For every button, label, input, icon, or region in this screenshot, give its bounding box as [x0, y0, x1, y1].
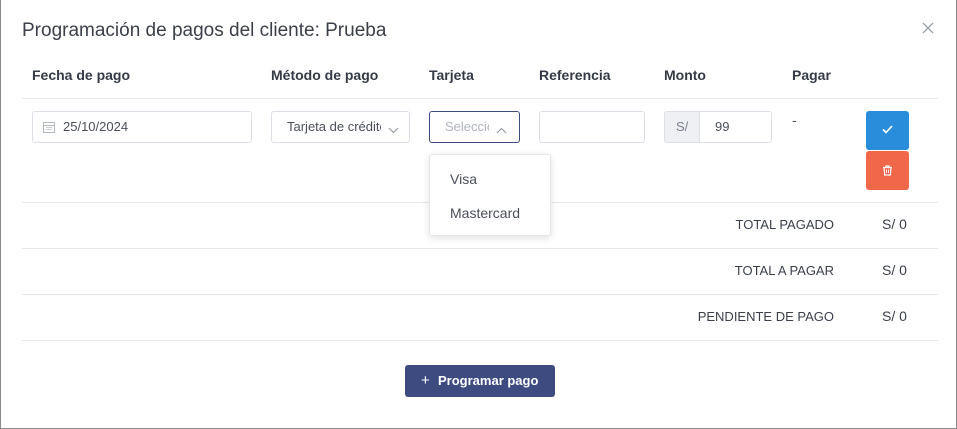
header-monto: Monto — [664, 67, 706, 83]
header-fecha: Fecha de pago — [32, 67, 131, 83]
trash-icon — [883, 165, 892, 176]
total-a-pagar-value: S/ 0 — [882, 262, 907, 278]
currency-prefix: S/ — [664, 111, 700, 143]
total-a-pagar-label: TOTAL A PAGAR — [734, 263, 834, 278]
amount-value: 99 — [715, 119, 730, 134]
date-value: 25/10/2024 — [63, 119, 129, 134]
schedule-payment-label: Programar pago — [438, 373, 539, 388]
date-picker-input[interactable]: 25/10/2024 — [32, 111, 252, 143]
chevron-down-icon — [388, 122, 399, 137]
plus-icon: + — [421, 372, 430, 389]
divider — [22, 248, 938, 249]
divider — [22, 340, 938, 341]
delete-button[interactable] — [866, 151, 909, 190]
calendar-icon — [43, 121, 55, 133]
currency-prefix-text: S/ — [676, 119, 689, 134]
divider — [22, 98, 938, 99]
payment-schedule-modal: Programación de pagos del cliente: Prueb… — [0, 0, 957, 429]
payment-method-select[interactable]: Tarjeta de crédito — [271, 111, 410, 143]
header-metodo: Método de pago — [271, 67, 379, 83]
payment-method-value: Tarjeta de crédito — [287, 119, 381, 134]
dropdown-option-visa[interactable]: Visa — [450, 171, 477, 187]
total-pagado-label: TOTAL PAGADO — [735, 217, 834, 232]
close-icon[interactable] — [922, 22, 938, 38]
pay-value: - — [792, 112, 797, 128]
pendiente-label: PENDIENTE DE PAGO — [697, 309, 834, 324]
header-pagar: Pagar — [792, 67, 831, 83]
divider — [22, 294, 938, 295]
card-dropdown-menu: Visa Mastercard — [429, 154, 551, 236]
dropdown-option-mastercard[interactable]: Mastercard — [450, 205, 520, 221]
header-tarjeta: Tarjeta — [429, 67, 474, 83]
amount-input[interactable]: 99 — [699, 111, 772, 143]
chevron-up-icon — [496, 122, 507, 137]
confirm-button[interactable] — [866, 111, 909, 150]
total-pagado-value: S/ 0 — [882, 216, 907, 232]
modal-title: Programación de pagos del cliente: Prueb… — [22, 20, 387, 41]
schedule-payment-button[interactable]: + Programar pago — [405, 365, 555, 397]
card-select-placeholder: Seleccionar — [445, 119, 489, 134]
card-select[interactable]: Seleccionar — [429, 111, 520, 143]
check-icon — [882, 125, 893, 134]
pendiente-value: S/ 0 — [882, 308, 907, 324]
reference-input[interactable] — [539, 111, 645, 143]
header-referencia: Referencia — [539, 67, 611, 83]
